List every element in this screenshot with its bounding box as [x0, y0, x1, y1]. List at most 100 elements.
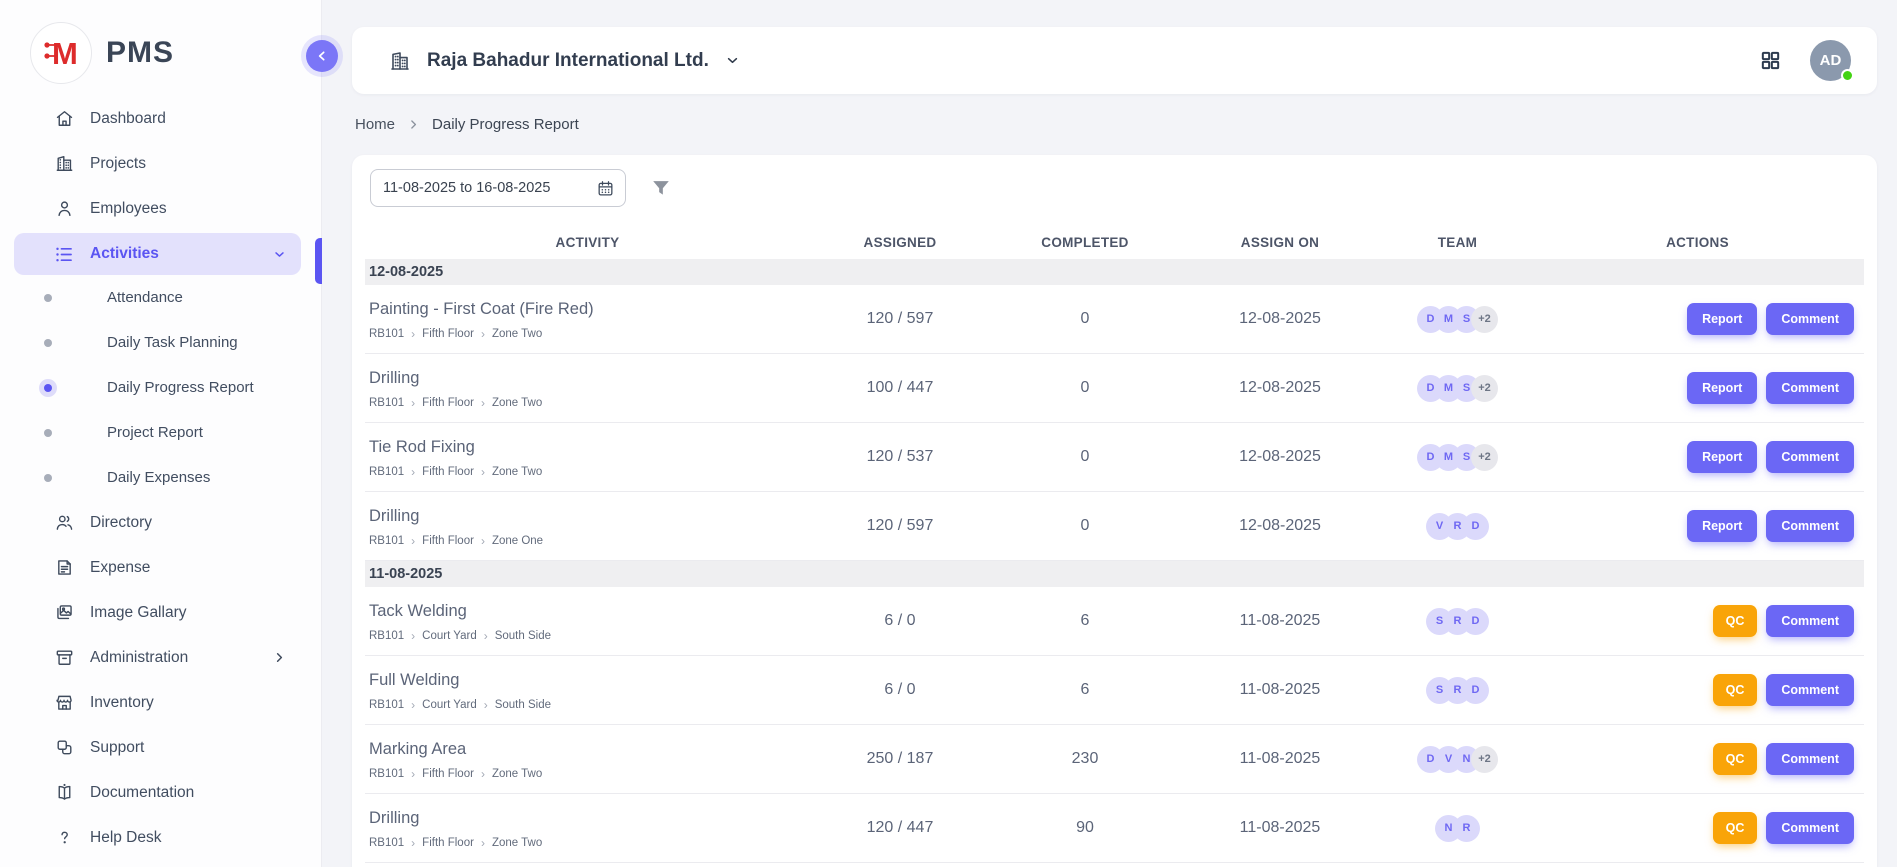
- path-segment: RB101: [369, 837, 404, 849]
- comment-button[interactable]: Comment: [1766, 743, 1854, 775]
- activity-title: Drilling: [369, 369, 810, 388]
- path-segment: Zone Two: [492, 328, 542, 340]
- assigned-cell: 120 / 447: [810, 819, 990, 837]
- filter-funnel-icon[interactable]: [650, 177, 672, 199]
- assign-on-cell: 11-08-2025: [1180, 612, 1380, 630]
- sidebar-subitem-attendance[interactable]: Attendance: [0, 275, 321, 320]
- chevron-right-icon: ›: [411, 630, 415, 642]
- table-row: Tie Rod FixingRB101›Fifth Floor›Zone Two…: [365, 423, 1864, 492]
- active-item-edge-bar: [315, 238, 322, 284]
- column-header-team: TEAM: [1380, 235, 1535, 250]
- gallery-icon: [54, 602, 75, 623]
- qc-button[interactable]: QC: [1713, 674, 1758, 706]
- sidebar-item-image-gallary[interactable]: Image Gallary: [14, 590, 301, 635]
- actions-cell: Report Comment: [1535, 441, 1860, 473]
- sidebar-subitem-project-report[interactable]: Project Report: [0, 410, 321, 455]
- store-icon: [54, 692, 75, 713]
- activity-title: Drilling: [369, 507, 810, 526]
- sidebar-item-expense[interactable]: Expense: [14, 545, 301, 590]
- user-avatar[interactable]: AD: [1810, 40, 1851, 81]
- qc-button[interactable]: QC: [1713, 743, 1758, 775]
- report-button[interactable]: Report: [1687, 510, 1757, 542]
- sidebar-item-inventory[interactable]: Inventory: [14, 680, 301, 725]
- chevron-left-icon: [314, 48, 330, 64]
- sidebar-item-documentation[interactable]: Documentation: [14, 770, 301, 815]
- activity-cell: Marking AreaRB101›Fifth Floor›Zone Two: [365, 738, 810, 780]
- sidebar-item-employees[interactable]: Employees: [14, 186, 301, 231]
- qc-button[interactable]: QC: [1713, 812, 1758, 844]
- assign-on-cell: 12-08-2025: [1180, 517, 1380, 535]
- sidebar-subitem-daily-progress-report[interactable]: Daily Progress Report: [0, 365, 321, 410]
- path-segment: Zone Two: [492, 837, 542, 849]
- path-segment: RB101: [369, 466, 404, 478]
- path-segment: Zone Two: [492, 768, 542, 780]
- comment-button[interactable]: Comment: [1766, 303, 1854, 335]
- comment-button[interactable]: Comment: [1766, 441, 1854, 473]
- company-name: Raja Bahadur International Ltd.: [427, 50, 709, 72]
- company-selector[interactable]: Raja Bahadur International Ltd.: [388, 49, 741, 73]
- report-button[interactable]: Report: [1687, 441, 1757, 473]
- question-icon: [54, 827, 75, 848]
- breadcrumb-home-link[interactable]: Home: [355, 116, 395, 133]
- completed-cell: 6: [990, 681, 1180, 699]
- table-body: 12-08-2025Painting - First Coat (Fire Re…: [365, 259, 1864, 863]
- chevron-right-icon: ›: [481, 535, 485, 547]
- receipt-icon: [54, 557, 75, 578]
- column-header-assigned: ASSIGNED: [810, 235, 990, 250]
- chevron-right-icon: ›: [481, 328, 485, 340]
- path-segment: South Side: [495, 699, 551, 711]
- sidebar-item-help-desk[interactable]: Help Desk: [14, 815, 301, 860]
- team-cell: DMS+2: [1380, 444, 1535, 471]
- path-segment: Zone Two: [492, 397, 542, 409]
- chevron-right-icon: ›: [481, 768, 485, 780]
- date-group-header: 11-08-2025: [365, 561, 1864, 587]
- activity-cell: Tack WeldingRB101›Court Yard›South Side: [365, 600, 810, 642]
- team-more-count: +2: [1471, 746, 1498, 773]
- activity-location-path: RB101›Court Yard›South Side: [369, 630, 810, 642]
- actions-cell: QCComment: [1535, 743, 1860, 775]
- completed-cell: 6: [990, 612, 1180, 630]
- top-header-bar: Raja Bahadur International Ltd. AD: [352, 27, 1877, 94]
- comment-button[interactable]: Comment: [1766, 510, 1854, 542]
- team-member-avatar: R: [1453, 815, 1480, 842]
- date-range-input[interactable]: 11-08-2025 to 16-08-2025: [370, 169, 626, 207]
- sidebar-item-dashboard[interactable]: Dashboard: [14, 96, 301, 141]
- path-segment: Fifth Floor: [422, 837, 474, 849]
- chevron-right-icon: ›: [411, 699, 415, 711]
- qc-button[interactable]: QC: [1713, 605, 1758, 637]
- sidebar-item-directory[interactable]: Directory: [14, 500, 301, 545]
- sidebar: M PMS DashboardProjectsEmployeesActiviti…: [0, 0, 322, 867]
- chevron-right-icon: ›: [411, 768, 415, 780]
- assign-on-cell: 11-08-2025: [1180, 819, 1380, 837]
- apps-grid-icon[interactable]: [1759, 49, 1782, 72]
- sidebar-subitem-daily-expenses[interactable]: Daily Expenses: [0, 455, 321, 500]
- actions-cell: Report Comment: [1535, 510, 1860, 542]
- avatar-initials: AD: [1820, 52, 1842, 69]
- team-more-count: +2: [1471, 444, 1498, 471]
- sidebar-item-projects[interactable]: Projects: [14, 141, 301, 186]
- sidebar-item-label: Documentation: [90, 784, 301, 802]
- chevron-right-icon: ›: [484, 630, 488, 642]
- table-row: DrillingRB101›Fifth Floor›Zone Two120 / …: [365, 794, 1864, 863]
- report-button[interactable]: Report: [1687, 303, 1757, 335]
- team-more-count: +2: [1471, 375, 1498, 402]
- comment-button[interactable]: Comment: [1766, 674, 1854, 706]
- actions-cell: Report Comment: [1535, 303, 1860, 335]
- sidebar-item-support[interactable]: Support: [14, 725, 301, 770]
- sidebar-item-label: Image Gallary: [90, 604, 301, 622]
- path-segment: RB101: [369, 630, 404, 642]
- completed-cell: 0: [990, 379, 1180, 397]
- table-row: DrillingRB101›Fifth Floor›Zone Two100 / …: [365, 354, 1864, 423]
- sidebar-item-administration[interactable]: Administration: [14, 635, 301, 680]
- sidebar-item-activities[interactable]: Activities: [14, 233, 301, 275]
- sidebar-collapse-button[interactable]: [306, 40, 338, 72]
- sidebar-item-label: Expense: [90, 559, 301, 577]
- sidebar-nav: DashboardProjectsEmployeesActivitiesAtte…: [0, 96, 321, 860]
- date-group-label: 11-08-2025: [369, 566, 442, 582]
- report-button[interactable]: Report: [1687, 372, 1757, 404]
- comment-button[interactable]: Comment: [1766, 812, 1854, 844]
- sidebar-subitem-daily-task-planning[interactable]: Daily Task Planning: [0, 320, 321, 365]
- sidebar-item-label: Help Desk: [90, 829, 301, 847]
- comment-button[interactable]: Comment: [1766, 605, 1854, 637]
- comment-button[interactable]: Comment: [1766, 372, 1854, 404]
